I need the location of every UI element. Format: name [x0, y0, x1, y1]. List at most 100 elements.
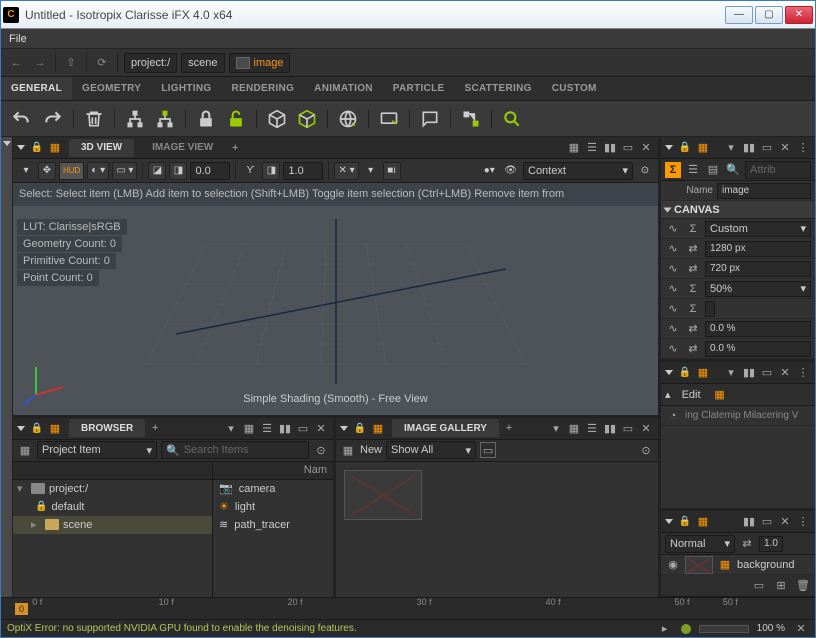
imageview-tab[interactable]: IMAGE VIEW — [140, 139, 225, 157]
layout-split-icon[interactable]: ☰ — [259, 420, 275, 436]
gallery-snap-icon[interactable]: ▦ — [340, 442, 356, 458]
sigma-icon[interactable]: Σ — [685, 301, 701, 317]
layout-menu-icon[interactable]: ▾ — [223, 420, 239, 436]
tab-geometry[interactable]: GEOMETRY — [72, 77, 151, 100]
panel-close-button[interactable]: ✕ — [777, 514, 793, 530]
list-view-icon[interactable]: ☰ — [685, 162, 701, 178]
gallery-new-button[interactable]: New — [360, 444, 382, 456]
gallery-thumb-icon[interactable]: ▭ — [480, 442, 496, 458]
curve-icon[interactable]: ∿ — [665, 261, 681, 277]
layout-pause-icon[interactable]: ▮▮ — [741, 140, 757, 156]
lock-icon[interactable]: 🔒 — [677, 140, 693, 156]
window-maximize-button[interactable]: ▢ — [755, 6, 783, 24]
status-stop-icon[interactable]: ✕ — [793, 621, 809, 637]
layout-split-icon[interactable]: ☰ — [584, 140, 600, 156]
panel-close-button[interactable]: ✕ — [777, 365, 793, 381]
vp-record-icon[interactable]: ●▾ — [480, 162, 498, 180]
collapse-icon[interactable] — [665, 370, 673, 375]
group-button[interactable] — [121, 105, 149, 133]
layout-single-icon[interactable]: ▭ — [620, 420, 636, 436]
layout-split-icon[interactable]: ☰ — [584, 420, 600, 436]
nav-up-button[interactable]: ⇧ — [60, 53, 82, 73]
vp-gamma-icon[interactable]: ϒ — [241, 162, 259, 180]
vp-display-menu[interactable]: ▭ ▾ — [112, 162, 137, 180]
gallery-thumbnail[interactable] — [344, 470, 422, 520]
tab-lighting[interactable]: LIGHTING — [151, 77, 221, 100]
layout-menu-icon[interactable]: ▾ — [548, 420, 564, 436]
vp-eye-icon[interactable]: 👁 — [501, 162, 520, 180]
lock-icon[interactable]: 🔒 — [29, 140, 45, 156]
prop-empty-input[interactable] — [705, 301, 715, 317]
panel-menu-button[interactable]: ⋮ — [795, 140, 811, 156]
globe-button[interactable] — [334, 105, 362, 133]
pin-icon[interactable]: ▦ — [695, 365, 711, 381]
tab-custom[interactable]: CUSTOM — [542, 77, 607, 100]
screen-button[interactable] — [375, 105, 403, 133]
vp-camera-icon[interactable]: ■ı — [383, 162, 401, 180]
list-item-pathtracer[interactable]: ≋path_tracer — [213, 516, 333, 534]
menu-file[interactable]: File — [9, 33, 27, 45]
layout-grid-icon[interactable]: ▦ — [566, 420, 582, 436]
collapse-icon[interactable] — [17, 426, 25, 431]
left-gutter[interactable] — [1, 137, 13, 597]
search-button[interactable] — [498, 105, 526, 133]
add-tab-button[interactable]: + — [227, 140, 243, 156]
vp-dropdown[interactable]: ▾ — [362, 162, 380, 180]
collapse-icon[interactable] — [665, 519, 673, 524]
link-icon[interactable]: ⇄ — [685, 241, 701, 257]
curve-icon[interactable]: ∿ — [665, 301, 681, 317]
lock-icon[interactable]: 🔒 — [677, 365, 693, 381]
layout-single-icon[interactable]: ▭ — [620, 140, 636, 156]
tab-general[interactable]: GENERAL — [1, 77, 72, 100]
vp-tools-menu[interactable]: ✕ ▾ — [334, 162, 358, 180]
panel-close-button[interactable]: ✕ — [638, 420, 654, 436]
timeline-cursor[interactable]: 0 — [15, 598, 28, 619]
sigma-icon[interactable]: Σ — [665, 162, 681, 178]
vp-collapse[interactable]: ▾ — [17, 162, 35, 180]
layout-menu-icon[interactable]: ▾ — [723, 365, 739, 381]
node-button[interactable] — [457, 105, 485, 133]
curve-icon[interactable]: ∿ — [665, 241, 681, 257]
pin-icon[interactable]: ▦ — [47, 420, 63, 436]
path-scene[interactable]: scene — [181, 53, 224, 73]
eye-icon[interactable]: ◔ — [665, 408, 681, 424]
browser-tab[interactable]: BROWSER — [69, 419, 145, 437]
box-button[interactable] — [263, 105, 291, 133]
browser-options-icon[interactable]: ⊙ — [313, 442, 329, 458]
unlock-button[interactable] — [222, 105, 250, 133]
attrib-search-input[interactable]: Attrib — [745, 161, 811, 179]
panel-menu-button[interactable]: ⋮ — [795, 365, 811, 381]
tab-scattering[interactable]: SCATTERING — [454, 77, 541, 100]
link-icon[interactable]: ⇄ — [739, 536, 755, 552]
panel-menu-button[interactable]: ⋮ — [795, 514, 811, 530]
panel-close-button[interactable]: ✕ — [638, 140, 654, 156]
vp-context-dropdown[interactable]: Context▾ — [523, 162, 633, 180]
prop-width-input[interactable]: 1280 px — [705, 241, 811, 257]
prop-height-input[interactable]: 720 px — [705, 261, 811, 277]
link-icon[interactable]: ⇄ — [685, 261, 701, 277]
gallery-tab[interactable]: IMAGE GALLERY — [392, 419, 499, 437]
canvas-section-header[interactable]: CANVAS — [661, 201, 815, 219]
gallery-filter-dropdown[interactable]: Show All▾ — [386, 441, 476, 459]
layer-del-icon[interactable]: 🗑 — [795, 578, 811, 594]
lock-icon[interactable]: 🔒 — [677, 514, 693, 530]
layout-grid-icon[interactable]: ▦ — [241, 420, 257, 436]
pin-icon[interactable]: ▦ — [695, 514, 711, 530]
lock-icon[interactable]: 🔒 — [29, 420, 45, 436]
nav-refresh-button[interactable]: ⟳ — [91, 53, 113, 73]
layout-single-icon[interactable]: ▭ — [759, 365, 775, 381]
list-item-camera[interactable]: 📷camera — [213, 480, 333, 498]
layout-pause-icon[interactable]: ▮▮ — [602, 420, 618, 436]
project-item-dropdown[interactable]: Project Item▾ — [37, 441, 157, 459]
status-expand-icon[interactable]: ▸ — [657, 621, 673, 637]
vp-value2-input[interactable] — [283, 162, 323, 180]
layout-single-icon[interactable]: ▭ — [295, 420, 311, 436]
view3d-tab[interactable]: 3D VIEW — [69, 139, 134, 157]
eye-icon[interactable]: ◉ — [665, 557, 681, 573]
layer-add-icon[interactable]: ▭ — [751, 578, 767, 594]
vp-value1-input[interactable] — [190, 162, 230, 180]
curve-icon[interactable]: ∿ — [665, 321, 681, 337]
layout-grid-icon[interactable]: ▦ — [566, 140, 582, 156]
panel-close-button[interactable]: ✕ — [777, 140, 793, 156]
redo-button[interactable] — [39, 105, 67, 133]
